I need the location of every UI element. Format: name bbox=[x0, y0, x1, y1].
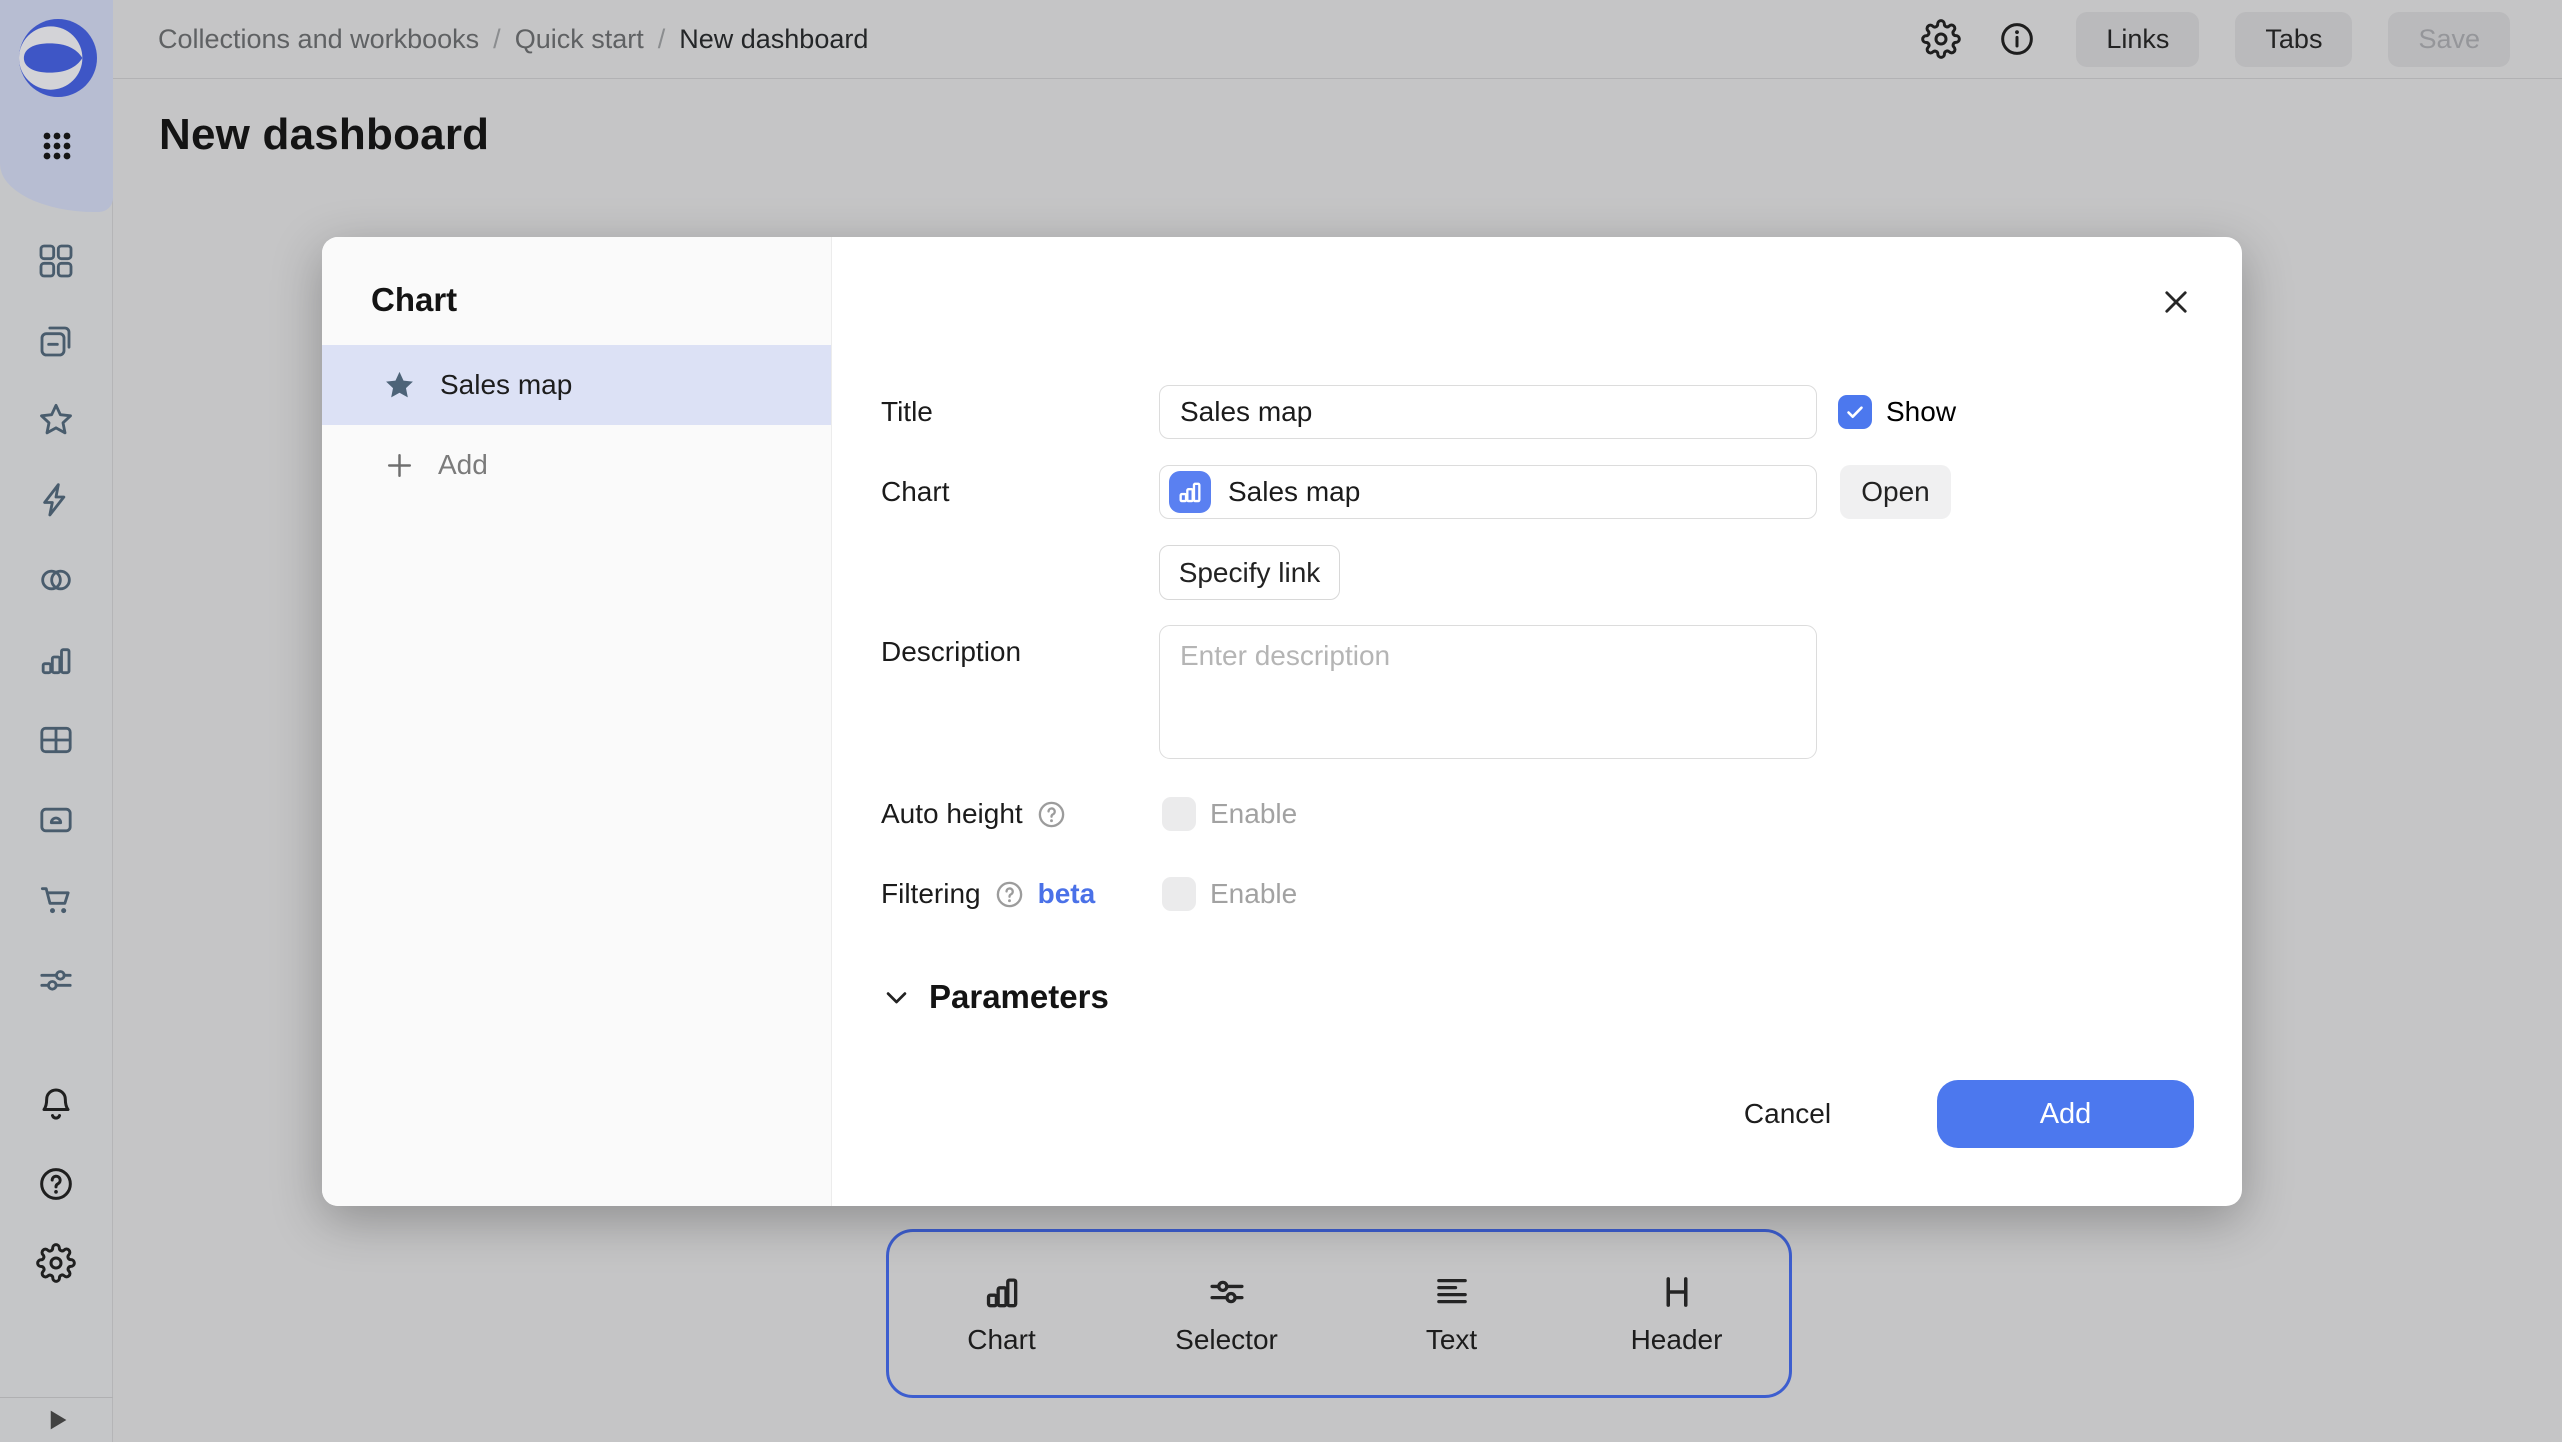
header-h-icon bbox=[1656, 1271, 1698, 1313]
collections-icon[interactable] bbox=[24, 309, 88, 373]
filtering-text: Filtering bbox=[881, 867, 981, 921]
notifications-bell-icon[interactable] bbox=[24, 1072, 88, 1136]
toolbar-item-label: Selector bbox=[1175, 1324, 1278, 1356]
breadcrumb-current: New dashboard bbox=[679, 24, 868, 55]
toolbar-item-label: Text bbox=[1426, 1324, 1477, 1356]
save-button[interactable]: Save bbox=[2388, 12, 2510, 67]
text-lines-icon bbox=[1431, 1271, 1473, 1313]
parameters-section-toggle[interactable]: Parameters bbox=[881, 970, 1109, 1024]
widget-toolbar: Chart Selector Text Header bbox=[886, 1229, 1792, 1398]
dialog-add-label: Add bbox=[438, 449, 488, 481]
toolbar-item-header[interactable]: Header bbox=[1564, 1271, 1789, 1356]
info-icon[interactable] bbox=[1994, 16, 2040, 62]
tabs-button[interactable]: Tabs bbox=[2235, 12, 2352, 67]
plus-icon bbox=[383, 449, 416, 482]
sidebar-top-panel bbox=[0, 0, 113, 212]
filtering-enable-label: Enable bbox=[1210, 867, 1297, 921]
chart-bars-icon bbox=[1169, 471, 1211, 513]
chart-label: Chart bbox=[881, 465, 949, 519]
dashboards-icon[interactable] bbox=[24, 708, 88, 772]
toolbar-item-label: Header bbox=[1631, 1324, 1723, 1356]
beta-badge: beta bbox=[1038, 867, 1096, 921]
title-label: Title bbox=[881, 385, 933, 439]
question-circle-icon[interactable] bbox=[1036, 799, 1067, 830]
apps-grid-icon[interactable] bbox=[29, 118, 85, 174]
filtering-checkbox[interactable] bbox=[1162, 877, 1196, 911]
lightning-icon[interactable] bbox=[24, 468, 88, 532]
dialog-form-panel: Title Show Chart Sales map Open Specify … bbox=[832, 237, 2242, 1206]
charts-icon[interactable] bbox=[24, 628, 88, 692]
title-input[interactable] bbox=[1159, 385, 1817, 439]
links-button[interactable]: Links bbox=[2076, 12, 2199, 67]
auto-height-text: Auto height bbox=[881, 787, 1023, 841]
breadcrumb-quick-start[interactable]: Quick start bbox=[515, 24, 644, 55]
chart-select-value: Sales map bbox=[1228, 476, 1360, 508]
chart-dialog: Chart Sales map Add Title Show bbox=[322, 237, 2242, 1206]
specify-link-button[interactable]: Specify link bbox=[1159, 545, 1340, 600]
favorites-star-icon[interactable] bbox=[24, 388, 88, 452]
chevron-down-icon bbox=[881, 982, 912, 1013]
description-label: Description bbox=[881, 625, 1021, 679]
cancel-button[interactable]: Cancel bbox=[1705, 1080, 1870, 1148]
auto-height-label: Auto height bbox=[881, 787, 1067, 841]
close-icon[interactable] bbox=[2157, 283, 2195, 321]
breadcrumb-collections[interactable]: Collections and workbooks bbox=[158, 24, 479, 55]
breadcrumb: Collections and workbooks / Quick start … bbox=[158, 24, 868, 55]
sidebar bbox=[0, 0, 113, 1442]
top-header: Collections and workbooks / Quick start … bbox=[113, 0, 2562, 79]
breadcrumb-separator: / bbox=[658, 24, 666, 55]
auto-height-enable-label: Enable bbox=[1210, 787, 1297, 841]
settings-gear-icon[interactable] bbox=[24, 1231, 88, 1295]
check-icon bbox=[1843, 400, 1867, 424]
toolbar-item-selector[interactable]: Selector bbox=[1114, 1271, 1339, 1356]
description-textarea[interactable] bbox=[1159, 625, 1817, 759]
page-title: New dashboard bbox=[159, 110, 489, 160]
chart-select-field[interactable]: Sales map bbox=[1159, 465, 1817, 519]
marketplace-cart-icon[interactable] bbox=[24, 868, 88, 932]
help-question-icon[interactable] bbox=[24, 1152, 88, 1216]
dialog-panel-title: Chart bbox=[371, 277, 457, 323]
datalens-logo-icon[interactable] bbox=[19, 19, 97, 97]
dialog-add-item-button[interactable]: Add bbox=[322, 425, 831, 505]
dialog-item-label: Sales map bbox=[440, 369, 572, 401]
header-actions: Links Tabs Save bbox=[1918, 12, 2510, 67]
dialog-item-sales-map[interactable]: Sales map bbox=[322, 345, 831, 425]
show-label[interactable]: Show bbox=[1886, 385, 1956, 439]
question-circle-icon[interactable] bbox=[994, 879, 1025, 910]
sidebar-expand-strip[interactable] bbox=[0, 1397, 113, 1442]
auto-height-checkbox[interactable] bbox=[1162, 797, 1196, 831]
widgets-grid-icon[interactable] bbox=[24, 229, 88, 293]
toolbar-item-label: Chart bbox=[967, 1324, 1035, 1356]
toolbar-item-text[interactable]: Text bbox=[1339, 1271, 1564, 1356]
open-button[interactable]: Open bbox=[1840, 465, 1951, 519]
breadcrumb-separator: / bbox=[493, 24, 501, 55]
add-button[interactable]: Add bbox=[1937, 1080, 2194, 1148]
show-checkbox[interactable] bbox=[1838, 395, 1872, 429]
connections-icon[interactable] bbox=[24, 548, 88, 612]
folder-icon[interactable] bbox=[24, 788, 88, 852]
expand-play-icon[interactable] bbox=[42, 1405, 72, 1435]
chart-bars-icon bbox=[981, 1271, 1023, 1313]
filtering-label: Filtering beta bbox=[881, 867, 1095, 921]
parameters-label: Parameters bbox=[929, 978, 1109, 1016]
star-filled-icon bbox=[381, 367, 418, 404]
services-sliders-icon[interactable] bbox=[24, 948, 88, 1012]
gear-icon[interactable] bbox=[1918, 16, 1964, 62]
selector-sliders-icon bbox=[1206, 1271, 1248, 1313]
toolbar-item-chart[interactable]: Chart bbox=[889, 1271, 1114, 1356]
dialog-left-panel: Chart Sales map Add bbox=[322, 237, 832, 1206]
